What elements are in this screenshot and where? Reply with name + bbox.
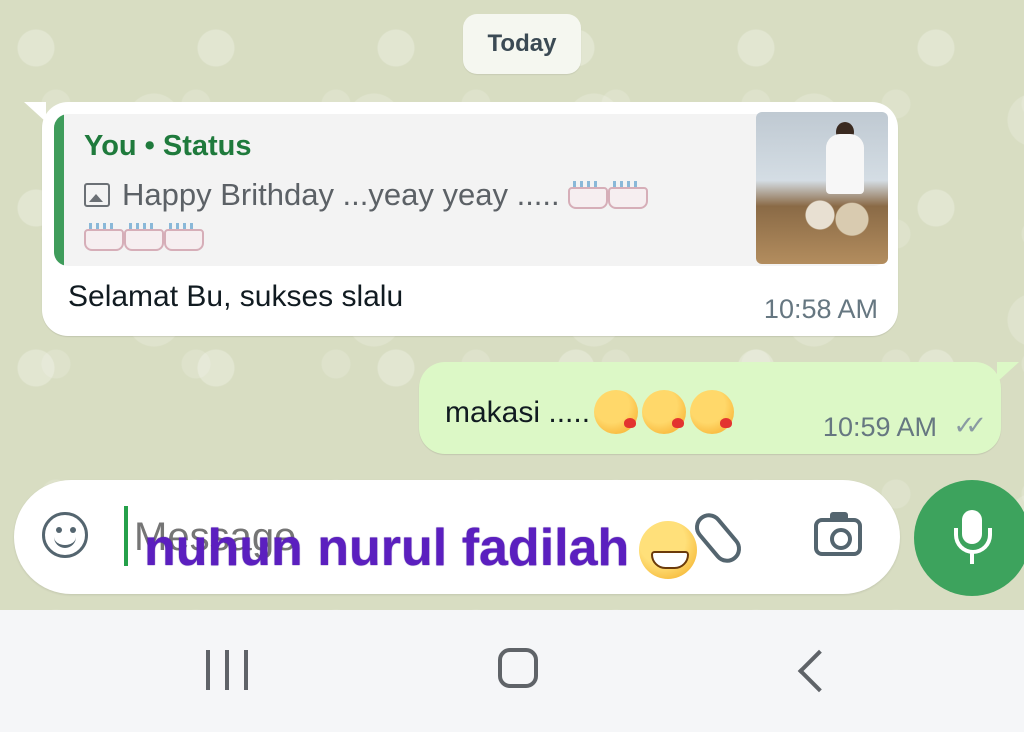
quote-text-line: Happy Brithday ...yeay yeay ..... — [84, 174, 734, 258]
quote-text: Happy Brithday ...yeay yeay ..... — [122, 177, 560, 212]
image-icon — [84, 183, 110, 207]
bubble-tail — [24, 102, 46, 122]
outgoing-message-body: makasi ..... — [445, 390, 735, 434]
birthday-cake-icon — [84, 221, 124, 251]
back-icon[interactable] — [797, 649, 841, 693]
mic-icon-stem — [970, 552, 974, 564]
incoming-message-time: 10:58 AM — [763, 294, 878, 324]
outgoing-message-text: makasi ..... — [445, 396, 591, 429]
home-icon[interactable] — [498, 648, 538, 688]
status-thumbnail[interactable] — [756, 112, 888, 264]
kissing-face-icon — [690, 390, 735, 434]
kissing-face-icon — [642, 390, 687, 434]
bubble-tail — [997, 362, 1019, 382]
incoming-message-text: Selamat Bu, sukses slalu — [68, 280, 404, 313]
incoming-message[interactable]: You • Status Happy Brithday ...yeay yeay… — [24, 102, 898, 336]
date-label: Today — [487, 30, 557, 57]
quote-author: You • Status — [84, 130, 252, 162]
outgoing-message[interactable]: makasi ..... 10:59 AM ✓✓ — [419, 362, 1019, 454]
overlay-caption-text: nuhun nurul fadilah — [144, 519, 630, 577]
voice-message-button[interactable] — [914, 480, 1024, 596]
birthday-cake-icon — [164, 221, 204, 251]
read-receipt-icon: ✓✓ — [953, 410, 986, 440]
overlay-caption: nuhun nurul fadilah — [144, 518, 698, 579]
system-navigation-bar — [0, 610, 1024, 732]
date-divider: Today — [463, 14, 581, 74]
quote-accent-bar — [54, 114, 64, 266]
kissing-face-icon — [594, 390, 639, 434]
thumbnail-person — [826, 134, 864, 194]
birthday-cake-icon — [608, 179, 649, 209]
camera-icon[interactable] — [814, 512, 862, 556]
grinning-face-icon — [639, 521, 698, 579]
recent-apps-icon[interactable] — [206, 650, 248, 690]
emoji-icon[interactable] — [42, 512, 88, 558]
birthday-cake-icon — [124, 221, 164, 251]
outgoing-message-time: 10:59 AM — [822, 412, 937, 442]
thumbnail-table — [796, 194, 876, 236]
mic-icon-arc — [954, 528, 992, 554]
text-cursor — [124, 506, 128, 566]
birthday-cake-icon — [568, 179, 609, 209]
paperclip-icon[interactable] — [689, 507, 747, 569]
